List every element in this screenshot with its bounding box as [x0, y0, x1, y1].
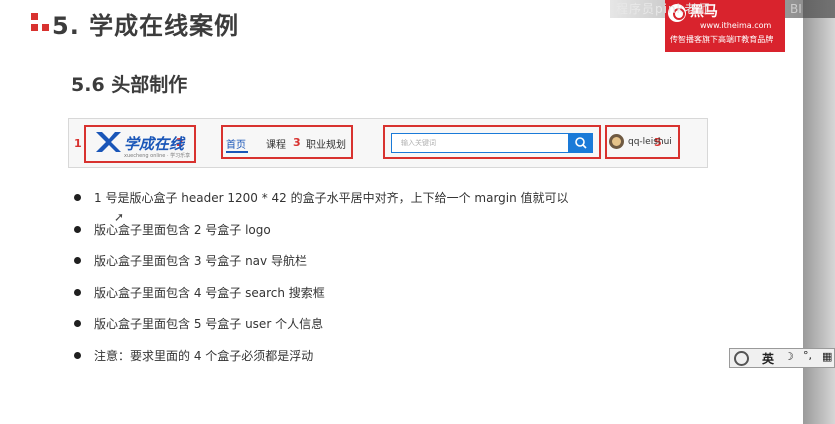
- nav-active-underline: [226, 151, 248, 153]
- box-number-3: 3: [293, 136, 301, 149]
- logo-tagline: xuecheng online · 学习乐享: [124, 153, 191, 159]
- logo-text: 学成在线: [124, 135, 185, 153]
- list-item: 1 号是版心盒子 header 1200 * 42 的盒子水平居中对齐，上下给一…: [74, 189, 569, 221]
- list-item: 版心盒子里面包含 2 号盒子 logo: [74, 221, 569, 253]
- ime-punctuation-icon[interactable]: °,: [803, 349, 812, 362]
- nav-link-career[interactable]: 职业规划: [306, 136, 346, 151]
- brand-watermark: 黑马 www.itheima.com 传智播客旗下高端IT教育品牌 程序员pin…: [610, 0, 835, 52]
- brand-tail: BI: [790, 2, 802, 16]
- title-square-icon: [31, 13, 38, 20]
- nav-link-home[interactable]: 首页: [226, 136, 246, 151]
- ime-mode[interactable]: 英: [762, 350, 774, 367]
- bullet-list: 1 号是版心盒子 header 1200 * 42 的盒子水平居中对齐，上下给一…: [74, 189, 569, 378]
- mouse-cursor-icon: ➚: [114, 210, 125, 224]
- ime-moon-icon[interactable]: ☽: [784, 350, 794, 363]
- logo-x-icon: [96, 132, 121, 152]
- list-item: 版心盒子里面包含 3 号盒子 nav 导航栏: [74, 252, 569, 284]
- search-placeholder: 输入关键词: [401, 139, 436, 147]
- nav-link-courses[interactable]: 课程: [266, 136, 286, 151]
- search-icon: [575, 137, 587, 149]
- brand-overlay-text: 程序员pink老师: [616, 2, 711, 16]
- brand-tagline: 传智播客旗下高端IT教育品牌: [670, 35, 774, 44]
- section-title: 5.6 头部制作: [71, 74, 188, 96]
- list-item: 版心盒子里面包含 5 号盒子 user 个人信息: [74, 315, 569, 347]
- title-square-icon: [42, 24, 49, 31]
- ime-grid-icon[interactable]: ▦: [822, 350, 832, 363]
- list-item: 注意：要求里面的 4 个盒子必须都是浮动: [74, 347, 569, 379]
- avatar[interactable]: [609, 134, 624, 149]
- brand-url: www.itheima.com: [700, 21, 772, 30]
- list-item: 版心盒子里面包含 4 号盒子 search 搜索框: [74, 284, 569, 316]
- search-button[interactable]: [569, 133, 593, 153]
- box-number-1: 1: [74, 137, 82, 150]
- slide-title: 5. 学成在线案例: [52, 12, 240, 40]
- title-square-icon: [31, 24, 38, 31]
- ime-logo-icon[interactable]: [734, 351, 749, 366]
- user-name[interactable]: qq-leishui: [628, 137, 672, 147]
